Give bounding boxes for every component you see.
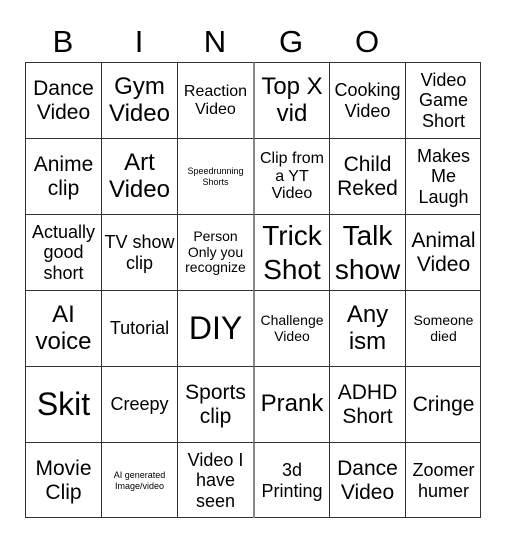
bingo-cell-label: Person Only you recognize	[185, 227, 246, 276]
bingo-cell-label: 3d Printing	[261, 460, 323, 501]
bingo-cell[interactable]: AI voice	[25, 290, 101, 366]
bingo-cell-label: Animal Video	[411, 228, 476, 276]
bingo-cell[interactable]: Any ism	[329, 290, 405, 366]
bingo-cell[interactable]: Prank	[253, 366, 329, 442]
bingo-cell[interactable]: Video Game Short	[405, 62, 481, 138]
bingo-cell[interactable]: Sports clip	[177, 366, 253, 442]
bingo-cell[interactable]: Skit	[25, 366, 101, 442]
bingo-cell-label: Art Video	[109, 148, 170, 203]
bingo-cell[interactable]: 3d Printing	[253, 442, 329, 518]
header-letter-o: O	[354, 24, 380, 59]
header-letter-n: N	[203, 24, 227, 59]
bingo-cell[interactable]: Talk show	[329, 214, 405, 290]
bingo-cell-label: Clip from a YT Video	[259, 149, 324, 203]
bingo-cell[interactable]: DIY	[177, 290, 253, 366]
bingo-cell[interactable]: TV show clip	[101, 214, 177, 290]
bingo-cell-label: Trick Shot	[262, 220, 322, 285]
bingo-cell-label: Cringe	[412, 392, 475, 416]
bingo-cell[interactable]: Challenge Video	[253, 290, 329, 366]
bingo-cell[interactable]: Animal Video	[405, 214, 481, 290]
bingo-cell-label: Actually good short	[31, 222, 96, 283]
bingo-cell[interactable]: Video I have seen	[177, 442, 253, 518]
bingo-cell-label: Cooking Video	[334, 80, 401, 121]
bingo-cell-label: Skit	[36, 385, 91, 422]
bingo-cell-label: ADHD Short	[337, 380, 398, 428]
bingo-cell-label: Dance Video	[337, 456, 398, 504]
bingo-cell[interactable]: Anime clip	[25, 138, 101, 214]
header-letter-i: I	[134, 24, 144, 59]
bingo-cell[interactable]: Cringe	[405, 366, 481, 442]
bingo-cell-label: Tutorial	[109, 318, 170, 339]
bingo-cell-label: AI voice	[35, 300, 92, 355]
bingo-cell[interactable]: Dance Video	[329, 442, 405, 518]
bingo-cell-label: Reaction Video	[183, 82, 248, 118]
bingo-cell[interactable]: Top X vid	[253, 62, 329, 138]
bingo-cell[interactable]: Tutorial	[101, 290, 177, 366]
bingo-cell[interactable]: AI generated Image/video	[101, 442, 177, 518]
header-letter-b: B	[52, 24, 74, 59]
bingo-cell-label: Movie Clip	[35, 456, 92, 504]
bingo-cell-label: Child Reked	[337, 152, 398, 200]
bingo-cell[interactable]: Zoomer humer	[405, 442, 481, 518]
bingo-cell-label: Makes Me Laugh	[416, 146, 470, 207]
bingo-cell-label: Video Game Short	[418, 70, 469, 131]
bingo-cell-label: Sports clip	[185, 380, 246, 428]
bingo-cell[interactable]: Person Only you recognize	[177, 214, 253, 290]
bingo-cell[interactable]: Movie Clip	[25, 442, 101, 518]
bingo-cell-label: Someone died	[413, 311, 474, 344]
bingo-cell-label: Prank	[260, 390, 324, 418]
bingo-cell[interactable]: ADHD Short	[329, 366, 405, 442]
bingo-cell-label: Anime clip	[33, 152, 94, 200]
bingo-header: B I N G O	[25, 22, 481, 62]
bingo-cell-label: DIY	[188, 309, 243, 346]
bingo-cell[interactable]: Trick Shot	[253, 214, 329, 290]
bingo-cell-label: TV show clip	[104, 232, 175, 273]
header-letter-g: G	[278, 24, 304, 59]
bingo-cell[interactable]: Reaction Video	[177, 62, 253, 138]
bingo-cell[interactable]: Dance Video	[25, 62, 101, 138]
bingo-cell[interactable]: Child Reked	[329, 138, 405, 214]
bingo-cell-label: Video I have seen	[187, 450, 244, 511]
bingo-cell-label: AI generated Image/video	[113, 470, 166, 491]
bingo-grid: Dance Video Gym Video Reaction Video Top X …	[25, 62, 481, 518]
bingo-cell-label: Top X vid	[261, 72, 323, 127]
bingo-cell[interactable]: Someone died	[405, 290, 481, 366]
bingo-cell[interactable]: Creepy	[101, 366, 177, 442]
bingo-cell[interactable]: Art Video	[101, 138, 177, 214]
bingo-cell-label: Talk show	[334, 220, 401, 285]
bingo-cell[interactable]: Clip from a YT Video	[253, 138, 329, 214]
bingo-cell-label: Any ism	[346, 300, 389, 355]
bingo-cell-label: Creepy	[110, 394, 169, 415]
bingo-cell[interactable]: Makes Me Laugh	[405, 138, 481, 214]
bingo-cell-label: Zoomer humer	[412, 460, 475, 501]
bingo-cell[interactable]: Cooking Video	[329, 62, 405, 138]
bingo-cell[interactable]: Speedrunning Shorts	[177, 138, 253, 214]
bingo-cell-label: Challenge Video	[260, 311, 324, 344]
bingo-cell[interactable]: Actually good short	[25, 214, 101, 290]
bingo-cell-label: Gym Video	[109, 72, 170, 127]
bingo-cell-label: Speedrunning Shorts	[187, 166, 244, 187]
bingo-cell-label: Dance Video	[33, 76, 94, 124]
bingo-cell[interactable]: Gym Video	[101, 62, 177, 138]
